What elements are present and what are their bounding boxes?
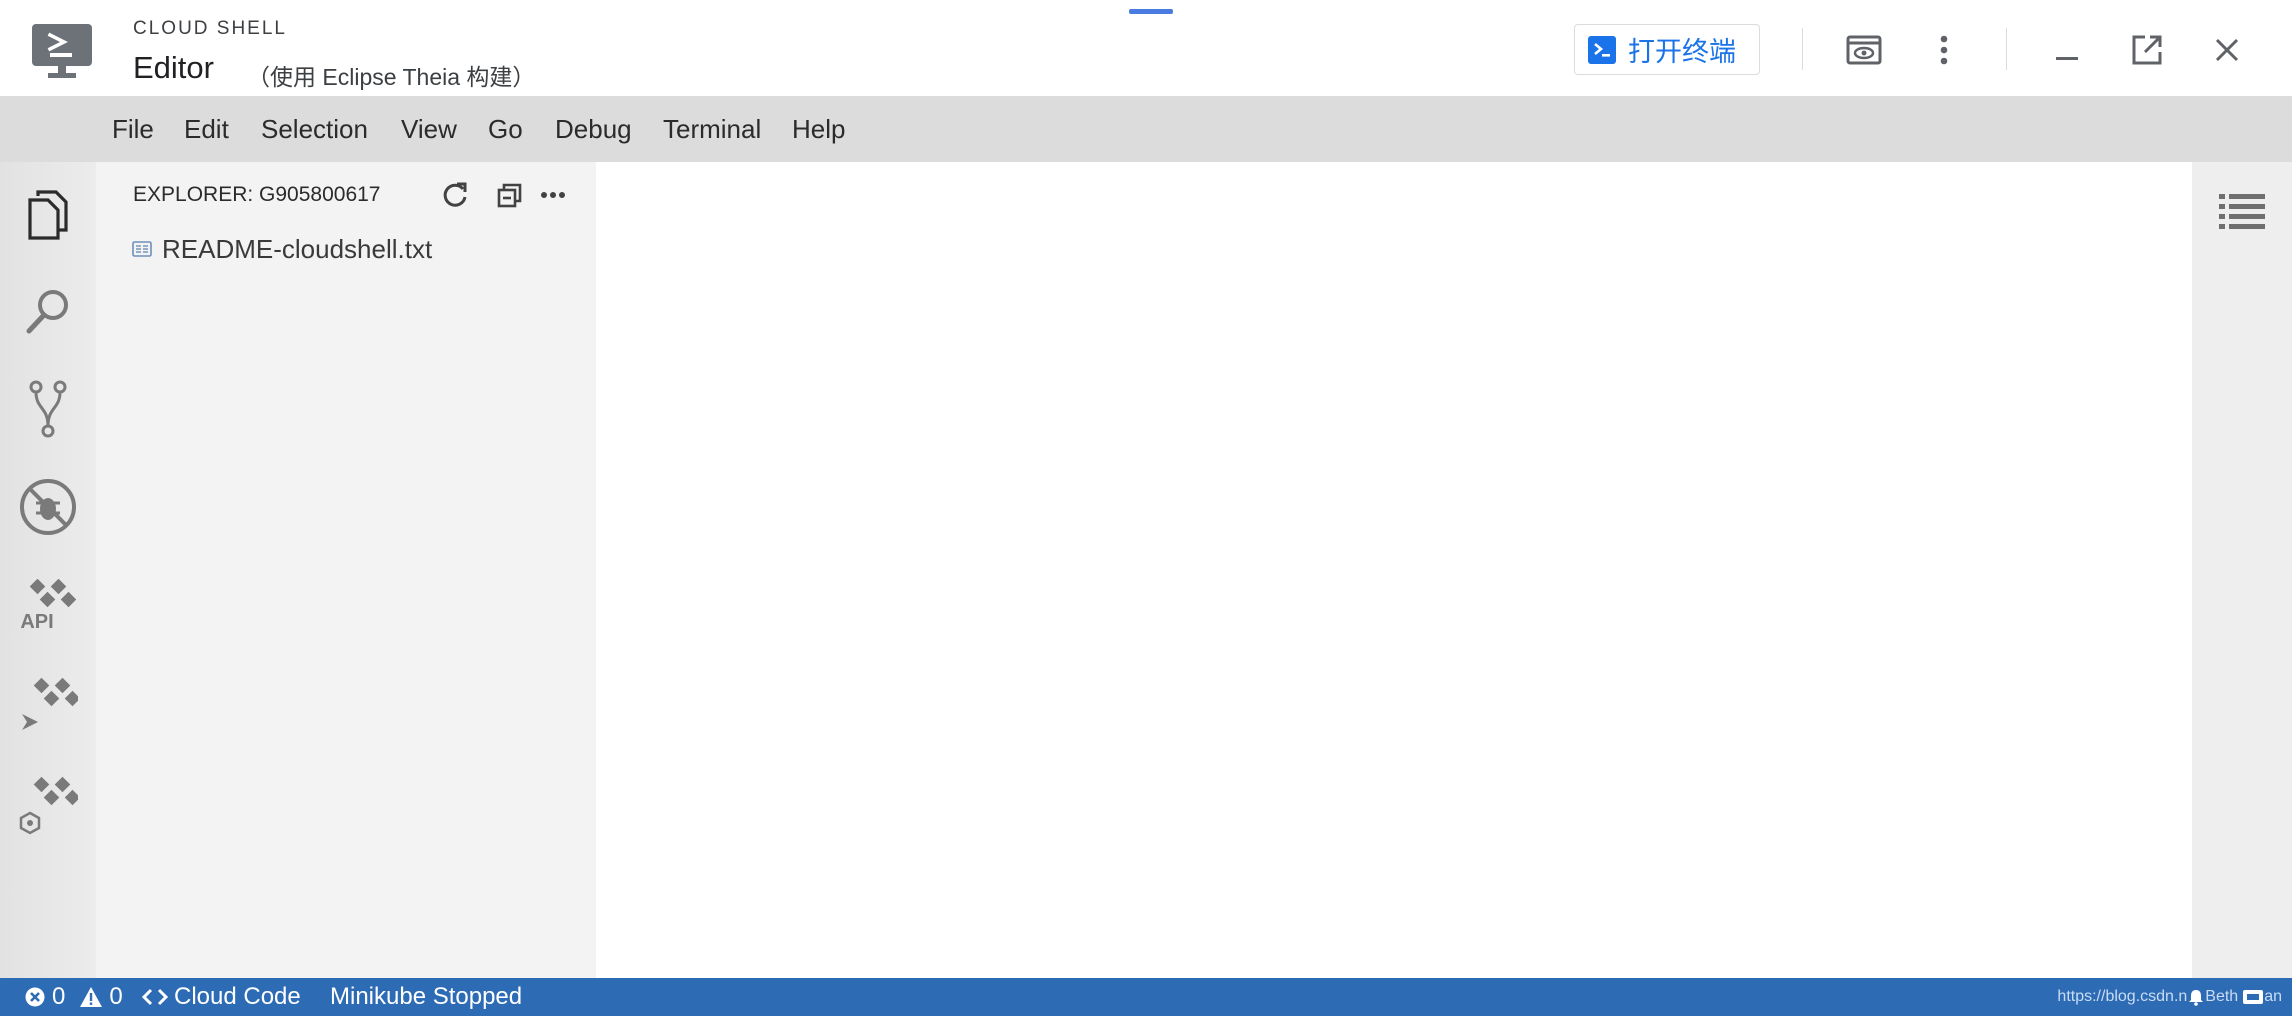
editor-title: Editor	[133, 50, 214, 85]
terminal-icon	[1588, 35, 1616, 64]
menu-debug[interactable]: Debug	[555, 114, 632, 145]
more-vert-icon	[1940, 35, 1948, 65]
open-new-window-icon	[2132, 35, 2162, 65]
menu-terminal[interactable]: Terminal	[663, 114, 761, 145]
editor-subtitle: （使用 Eclipse Theia 构建）	[247, 64, 536, 90]
cloud-code-label: Cloud Code	[174, 983, 301, 1010]
right-sidebar	[2192, 162, 2292, 978]
code-brackets-icon	[142, 988, 168, 1006]
error-count: 0	[52, 983, 66, 1010]
api-icon	[29, 578, 76, 607]
feedback-icon	[2243, 990, 2264, 1004]
more-options-button[interactable]	[1920, 26, 1968, 74]
editor-area[interactable]	[596, 162, 2192, 978]
source-control-icon	[29, 380, 67, 438]
menu-file[interactable]: File	[112, 114, 154, 145]
watermark-text: https://blog.csdn.n	[2057, 988, 2188, 1005]
warning-icon	[80, 987, 103, 1007]
close-button[interactable]	[2203, 26, 2251, 74]
refresh-icon	[443, 182, 467, 207]
kubernetes-icon	[19, 776, 78, 835]
explorer-panel: EXPLORER: G905800617 README-cloudshell.t…	[96, 162, 596, 978]
menu-bar: File Edit Selection View Go Debug Termin…	[0, 97, 2292, 162]
activity-explorer[interactable]	[14, 180, 82, 248]
web-preview-button[interactable]	[1840, 26, 1888, 74]
menu-help[interactable]: Help	[792, 114, 845, 145]
collapse-all-icon	[497, 183, 522, 208]
watermark: https://blog.csdn.n Beth an	[2057, 988, 2282, 1006]
open-terminal-button[interactable]: 打开终端	[1574, 24, 1760, 75]
watermark-tail: Beth	[2205, 988, 2239, 1005]
cloud-run-icon	[22, 677, 78, 730]
menu-selection[interactable]: Selection	[261, 114, 368, 145]
activity-bar: API	[0, 162, 96, 978]
text-file-icon	[132, 241, 152, 257]
menu-go[interactable]: Go	[488, 114, 523, 145]
open-terminal-label: 打开终端	[1628, 37, 1736, 67]
search-icon	[26, 290, 68, 334]
activity-source-control[interactable]	[14, 375, 82, 443]
activity-kubernetes[interactable]	[14, 772, 82, 840]
problems-status[interactable]: 0 0	[24, 983, 123, 1011]
menu-view[interactable]: View	[401, 114, 457, 145]
api-label: API	[20, 610, 54, 633]
explorer-more-button[interactable]	[533, 175, 573, 215]
explorer-title: EXPLORER: G905800617	[133, 183, 381, 206]
file-name: README-cloudshell.txt	[162, 233, 433, 264]
more-horizontal-icon	[541, 192, 565, 198]
watermark-tail-2: an	[2264, 988, 2282, 1005]
activity-debug[interactable]	[14, 473, 82, 541]
status-bar: 0 0 Cloud Code Minikube Stopped https://…	[0, 978, 2292, 1016]
file-item[interactable]: README-cloudshell.txt	[132, 232, 432, 266]
minimize-icon	[2056, 57, 2078, 60]
bell-icon	[2189, 990, 2204, 1006]
files-icon	[28, 190, 68, 240]
error-icon	[25, 987, 45, 1007]
warning-count: 0	[109, 983, 123, 1010]
close-icon	[2215, 38, 2239, 62]
title-bar: CLOUD SHELL Editor （使用 Eclipse Theia 构建）…	[0, 0, 2292, 97]
activity-search[interactable]	[14, 277, 82, 345]
outline-view-button[interactable]	[2212, 186, 2272, 236]
toolbar-divider	[1802, 28, 1803, 70]
debug-icon	[20, 479, 76, 535]
menu-edit[interactable]: Edit	[184, 114, 229, 145]
outline-list-icon	[2219, 194, 2265, 229]
minimize-button[interactable]	[2043, 26, 2091, 74]
activity-cloud-run[interactable]	[14, 672, 82, 740]
product-name: CLOUD SHELL	[133, 18, 287, 39]
collapse-all-button[interactable]	[490, 175, 530, 215]
minikube-status[interactable]: Minikube Stopped	[330, 983, 522, 1011]
cloud-code-status[interactable]: Cloud Code	[142, 983, 301, 1011]
open-in-new-window-button[interactable]	[2123, 26, 2171, 74]
cloud-shell-logo-icon	[30, 22, 94, 80]
drag-handle[interactable]	[1129, 9, 1173, 14]
web-preview-icon	[1846, 35, 1882, 65]
activity-api[interactable]: API	[14, 572, 82, 640]
toolbar-divider	[2006, 28, 2007, 70]
refresh-explorer-button[interactable]	[435, 175, 475, 215]
